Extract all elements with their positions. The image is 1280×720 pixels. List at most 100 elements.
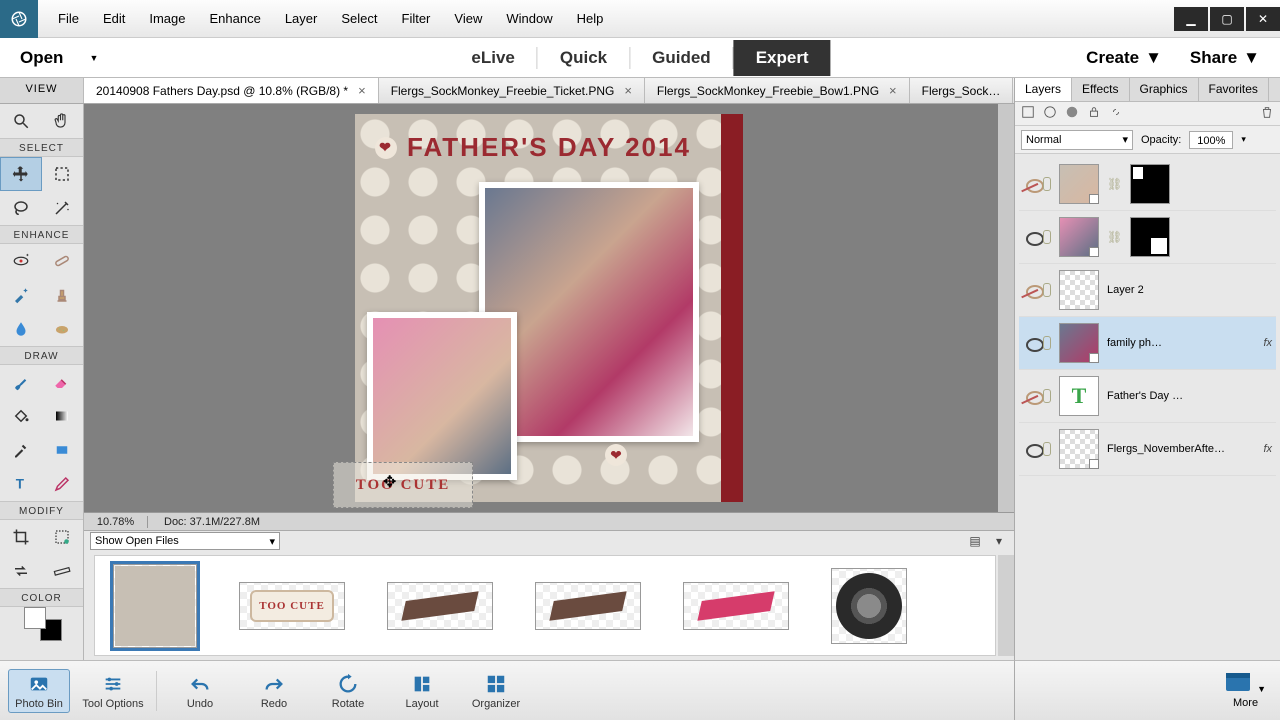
bin-thumb-layout[interactable] [113, 564, 197, 648]
layer-thumbnail[interactable] [1059, 217, 1099, 257]
layer-row-2[interactable]: Layer 2 [1019, 264, 1276, 317]
opacity-value[interactable]: 100% [1189, 131, 1233, 149]
close-icon[interactable]: × [358, 83, 366, 98]
layer-name[interactable]: family ph… [1107, 337, 1255, 349]
dragged-ticket-element[interactable]: TOO CUTE [333, 462, 473, 508]
tab-layers[interactable]: Layers [1015, 78, 1072, 101]
foreground-color-swatch[interactable] [24, 607, 46, 629]
zoom-level[interactable]: 10.78% [84, 516, 148, 528]
clone-stamp-tool[interactable] [42, 278, 84, 312]
bin-scrollbar[interactable] [998, 555, 1014, 656]
link-icon[interactable] [1043, 230, 1051, 244]
tab-effects[interactable]: Effects [1072, 78, 1129, 101]
canvas-area[interactable]: ❤ FATHER'S DAY 2014 ❤ TOO CUTE ✥ 10.78% … [84, 104, 1014, 530]
paint-bucket-tool[interactable] [0, 399, 42, 433]
more-button[interactable]: ▼ More [1225, 672, 1266, 709]
adjustment-layer-icon[interactable] [1065, 105, 1079, 122]
move-tool[interactable] [0, 157, 42, 191]
layer-row-0[interactable]: ⛓ [1019, 158, 1276, 211]
mode-elive[interactable]: eLive [449, 42, 536, 74]
menu-filter[interactable]: Filter [390, 1, 443, 36]
bin-thumb-tire[interactable] [831, 568, 907, 644]
recompose-tool[interactable] [42, 520, 84, 554]
tab-graphics[interactable]: Graphics [1130, 78, 1199, 101]
layer-thumbnail[interactable] [1059, 429, 1099, 469]
bin-flyout-icon[interactable]: ▾ [990, 533, 1008, 549]
mode-guided[interactable]: Guided [630, 42, 733, 74]
hand-tool[interactable] [42, 104, 84, 138]
straighten-tool[interactable] [42, 554, 84, 588]
sponge-tool[interactable] [42, 312, 84, 346]
layer-thumbnail[interactable] [1059, 270, 1099, 310]
minimize-button[interactable]: ▁ [1174, 7, 1208, 31]
type-tool[interactable]: T [0, 467, 42, 501]
undo-button[interactable]: Undo [169, 670, 231, 712]
layer-thumbnail[interactable] [1059, 323, 1099, 363]
layer-row-3[interactable]: family ph… fx [1019, 317, 1276, 370]
crop-tool[interactable] [0, 520, 42, 554]
menu-image[interactable]: Image [137, 1, 197, 36]
layout-button[interactable]: Layout [391, 670, 453, 712]
content-aware-tool[interactable] [0, 554, 42, 588]
fx-badge[interactable]: fx [1263, 443, 1272, 455]
open-button[interactable]: Open ▼ [0, 48, 128, 68]
visibility-toggle[interactable] [1026, 232, 1040, 242]
bin-thumb-bow1[interactable] [387, 582, 493, 630]
doc-tab-2[interactable]: Flergs_SockMonkey_Freebie_Bow1.PNG × [645, 78, 910, 103]
layer-mask-thumbnail[interactable] [1130, 164, 1170, 204]
link-icon[interactable] [1043, 336, 1051, 350]
link-layers-icon[interactable] [1109, 105, 1123, 122]
link-icon[interactable] [1043, 283, 1051, 297]
menu-view[interactable]: View [442, 1, 494, 36]
create-button[interactable]: Create▼ [1086, 48, 1162, 68]
close-button[interactable]: ✕ [1246, 7, 1280, 31]
layer-thumbnail[interactable] [1059, 164, 1099, 204]
bin-thumb-ticket[interactable]: TOO CUTE [239, 582, 345, 630]
layer-row-4[interactable]: T Father's Day … [1019, 370, 1276, 423]
menu-help[interactable]: Help [565, 1, 616, 36]
menu-layer[interactable]: Layer [273, 1, 330, 36]
layer-name[interactable]: Flergs_NovemberAfte… [1107, 443, 1255, 455]
close-icon[interactable]: × [624, 83, 632, 98]
rotate-button[interactable]: Rotate [317, 670, 379, 712]
maximize-button[interactable]: ▢ [1210, 7, 1244, 31]
eyedropper-tool[interactable] [0, 433, 42, 467]
visibility-toggle[interactable] [1026, 391, 1040, 401]
marquee-tool[interactable] [42, 157, 83, 191]
color-swatches[interactable] [0, 607, 83, 643]
blend-mode-dropdown[interactable]: Normal ▾ [1021, 130, 1133, 150]
new-group-icon[interactable] [1043, 105, 1057, 122]
document-info[interactable]: Doc: 37.1M/227.8M [148, 516, 260, 528]
new-layer-icon[interactable] [1021, 105, 1035, 122]
menu-enhance[interactable]: Enhance [198, 1, 273, 36]
spot-heal-tool[interactable] [42, 244, 84, 278]
doc-tab-1[interactable]: Flergs_SockMonkey_Freebie_Ticket.PNG × [379, 78, 645, 103]
gradient-tool[interactable] [42, 399, 84, 433]
bin-thumb-bow3[interactable] [683, 582, 789, 630]
fx-badge[interactable]: fx [1263, 337, 1272, 349]
lasso-tool[interactable] [0, 191, 42, 225]
bin-menu-icon[interactable]: ▤ [966, 533, 984, 549]
doc-tab-0[interactable]: 20140908 Fathers Day.psd @ 10.8% (RGB/8)… [84, 78, 379, 103]
blur-tool[interactable] [0, 312, 42, 346]
delete-layer-icon[interactable] [1260, 105, 1274, 122]
redeye-tool[interactable] [0, 244, 42, 278]
tooloptions-button[interactable]: Tool Options [82, 670, 144, 712]
text-layer-thumbnail[interactable]: T [1059, 376, 1099, 416]
pencil-tool[interactable] [42, 467, 84, 501]
layer-name[interactable]: Layer 2 [1107, 284, 1272, 296]
redo-button[interactable]: Redo [243, 670, 305, 712]
tab-favorites[interactable]: Favorites [1199, 78, 1269, 101]
smart-brush-tool[interactable] [0, 278, 42, 312]
visibility-toggle[interactable] [1026, 444, 1040, 454]
organizer-button[interactable]: Organizer [465, 670, 527, 712]
doc-tab-3[interactable]: Flergs_Sock… [910, 78, 1014, 103]
menu-file[interactable]: File [46, 1, 91, 36]
mode-quick[interactable]: Quick [538, 42, 629, 74]
menu-window[interactable]: Window [494, 1, 564, 36]
layer-name[interactable]: Father's Day … [1107, 390, 1272, 402]
layer-row-5[interactable]: Flergs_NovemberAfte… fx [1019, 423, 1276, 476]
shape-tool[interactable] [42, 433, 84, 467]
photobin-button[interactable]: Photo Bin [8, 669, 70, 713]
close-icon[interactable]: × [889, 83, 897, 98]
